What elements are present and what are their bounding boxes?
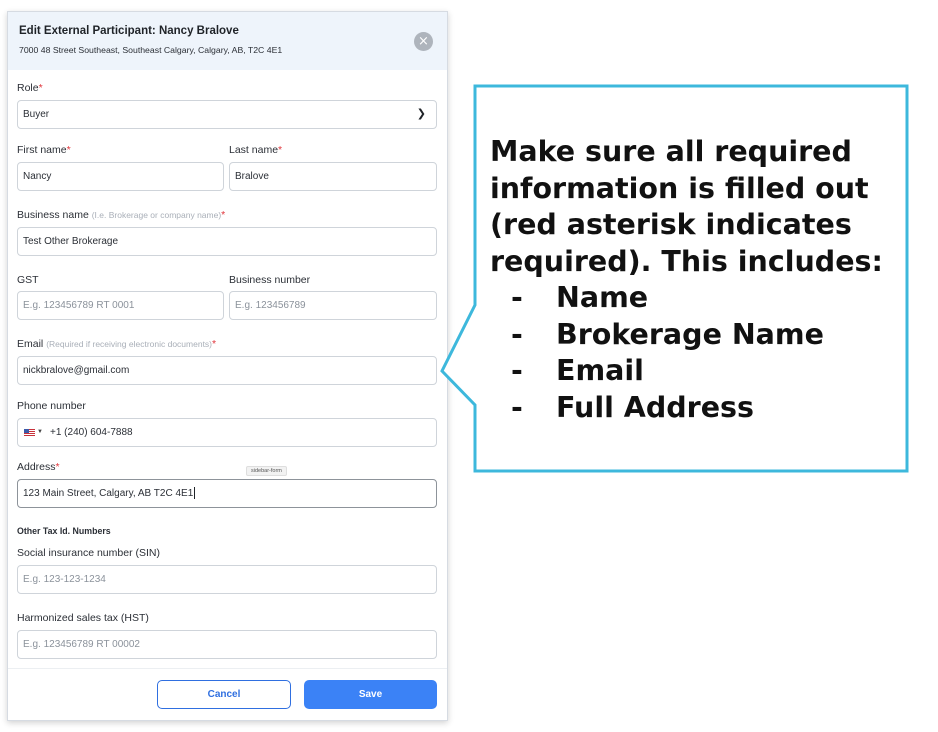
callout-list: - Name - Brokerage Name - Email - Full Addre…	[490, 280, 895, 426]
bullet-dash: -	[511, 317, 523, 351]
callout-list-item: - Name	[490, 280, 895, 317]
callout-list-item: - Brokerage Name	[490, 317, 895, 354]
callout-item-text: Full Address	[556, 390, 754, 424]
bullet-dash: -	[511, 390, 523, 424]
callout-paragraph: Make sure all required information is fi…	[490, 135, 883, 278]
bullet-dash: -	[511, 354, 523, 387]
callout-list-item: - Email	[490, 353, 895, 390]
callout-list-item: - Full Address	[490, 390, 895, 427]
callout-text: Make sure all required information is fi…	[490, 134, 895, 426]
callout-item-text: Email	[556, 354, 644, 387]
bullet-dash: -	[511, 281, 523, 314]
callout-item-text: Brokerage Name	[556, 317, 824, 351]
callout-item-text: Name	[556, 281, 649, 314]
